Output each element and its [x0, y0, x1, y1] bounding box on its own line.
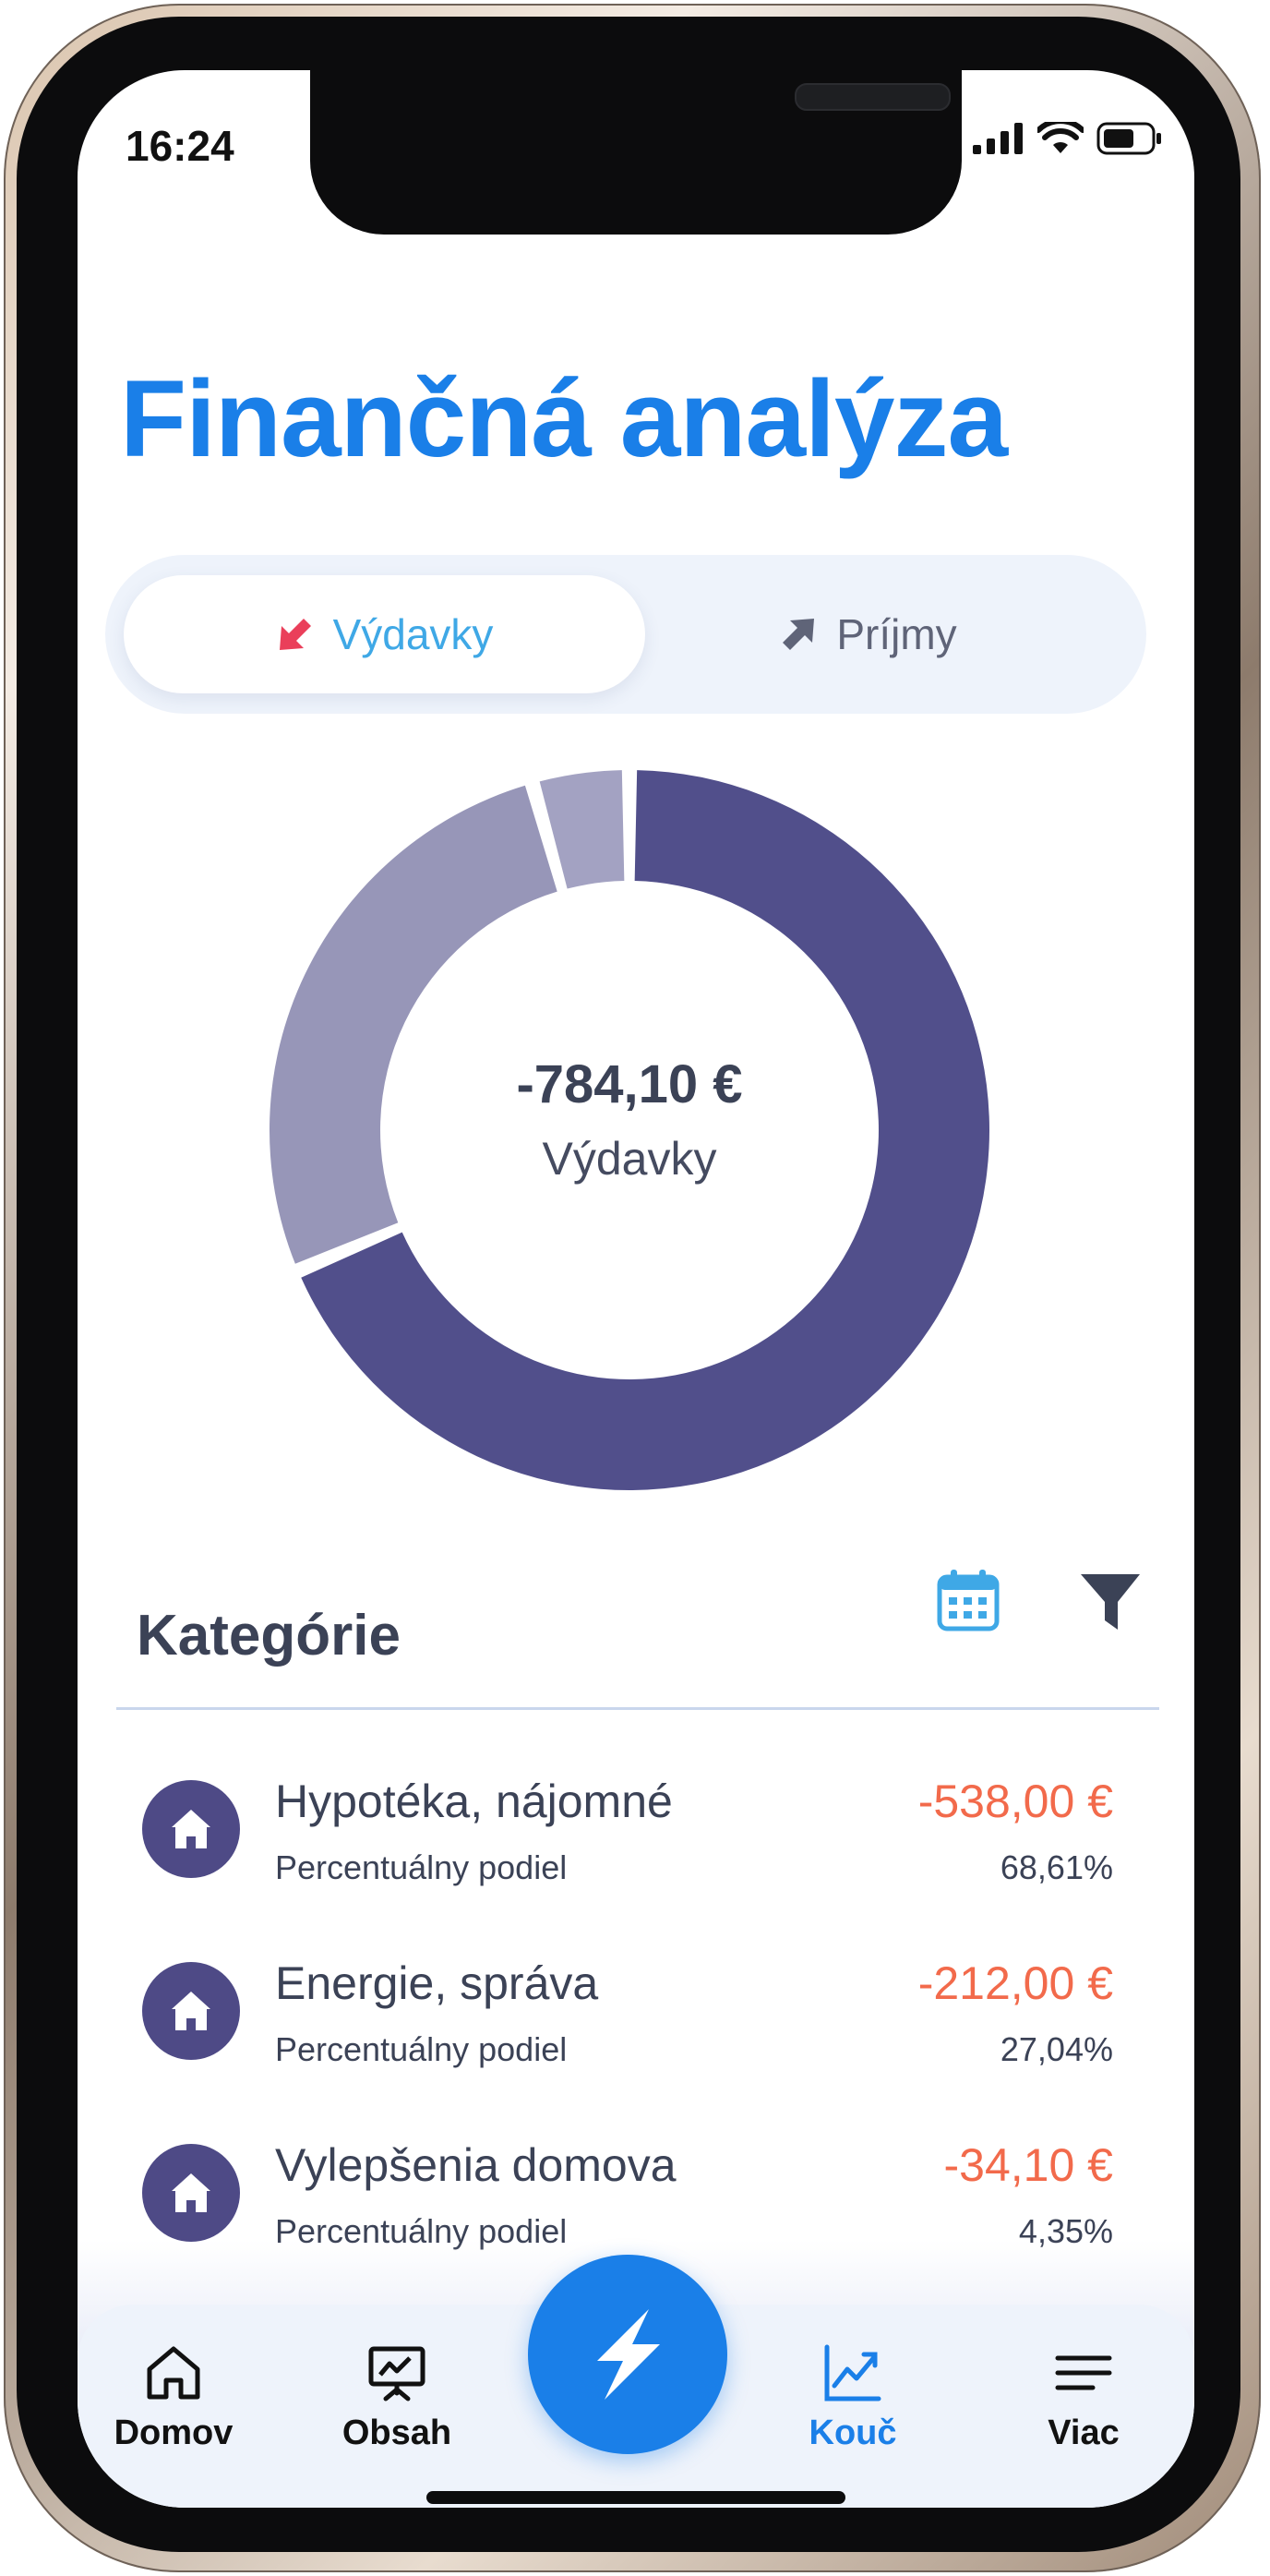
arrow-down-left-icon — [279, 619, 311, 650]
presentation-icon — [368, 2346, 425, 2401]
donut-slice — [269, 785, 557, 1264]
tab-income[interactable]: Príjmy — [607, 575, 1129, 693]
status-time: 16:24 — [126, 122, 234, 170]
category-amount: -212,00 € — [917, 1957, 1113, 2009]
lightning-icon — [597, 2309, 660, 2400]
arrow-up-right-icon — [783, 619, 815, 650]
nav-label-kouc: Kouč — [809, 2413, 897, 2452]
menu-lines-icon — [1055, 2355, 1112, 2390]
home-icon — [172, 1810, 210, 1848]
tab-expenses[interactable]: Výdavky — [124, 575, 645, 693]
nav-item-viac[interactable]: Viac — [991, 2341, 1176, 2453]
action-fab-button[interactable] — [528, 2255, 727, 2454]
donut-slice — [539, 770, 625, 889]
nav-label-domov: Domov — [114, 2413, 234, 2452]
category-subtitle: Percentuálny podiel — [275, 2030, 568, 2068]
nav-label-obsah: Obsah — [341, 2413, 452, 2452]
categories-divider — [116, 1707, 1159, 1710]
donut-center-label: Výdavky — [542, 1133, 717, 1185]
filter-icon[interactable] — [1079, 1571, 1142, 1633]
tab-income-label: Príjmy — [836, 610, 957, 658]
category-avatar — [142, 1962, 240, 2060]
category-percent: 27,04% — [1000, 2030, 1113, 2068]
nav-label-viac: Viac — [1048, 2413, 1120, 2452]
home-outline-icon — [147, 2346, 200, 2400]
home-icon — [172, 2173, 210, 2212]
wifi-icon — [1037, 122, 1084, 153]
tab-expenses-label: Výdavky — [332, 610, 494, 658]
notch — [310, 70, 962, 235]
category-name: Energie, správa — [275, 1957, 599, 2009]
trend-chart-icon — [824, 2344, 881, 2401]
category-subtitle: Percentuálny podiel — [275, 1848, 568, 1886]
list-item[interactable]: Hypotéka, nájomné Percentuálny podiel -5… — [78, 1769, 1194, 1926]
signal-icon — [973, 123, 1023, 154]
page-title: Finančná analýza — [120, 358, 1008, 480]
category-name: Hypotéka, nájomné — [275, 1776, 673, 1827]
category-avatar — [142, 1780, 240, 1878]
speaker-grille — [795, 83, 951, 111]
expense-income-toggle: Výdavky Príjmy — [105, 555, 1146, 714]
home-icon — [172, 1992, 210, 2030]
category-amount: -34,10 € — [943, 2139, 1113, 2191]
home-indicator — [426, 2491, 845, 2504]
expense-donut-chart — [269, 770, 989, 1490]
phone-screen: 16:24 Finančná analýza Výdavky Príjmy -7… — [78, 70, 1194, 2508]
donut-total-amount: -784,10 € — [516, 1054, 743, 1114]
status-icons — [973, 122, 1163, 155]
category-avatar — [142, 2144, 240, 2242]
categories-title: Kategórie — [137, 1604, 401, 1667]
calendar-icon[interactable] — [936, 1568, 1000, 1632]
category-percent: 68,61% — [1000, 1848, 1113, 1886]
list-item[interactable]: Energie, správa Percentuálny podiel -212… — [78, 1951, 1194, 2108]
nav-item-kouc[interactable]: Kouč — [761, 2341, 945, 2453]
category-name: Vylepšenia domova — [275, 2139, 677, 2191]
battery-icon — [1096, 122, 1161, 155]
category-amount: -538,00 € — [917, 1776, 1113, 1827]
nav-item-obsah[interactable]: Obsah — [305, 2341, 489, 2453]
nav-item-domov[interactable]: Domov — [81, 2341, 266, 2453]
